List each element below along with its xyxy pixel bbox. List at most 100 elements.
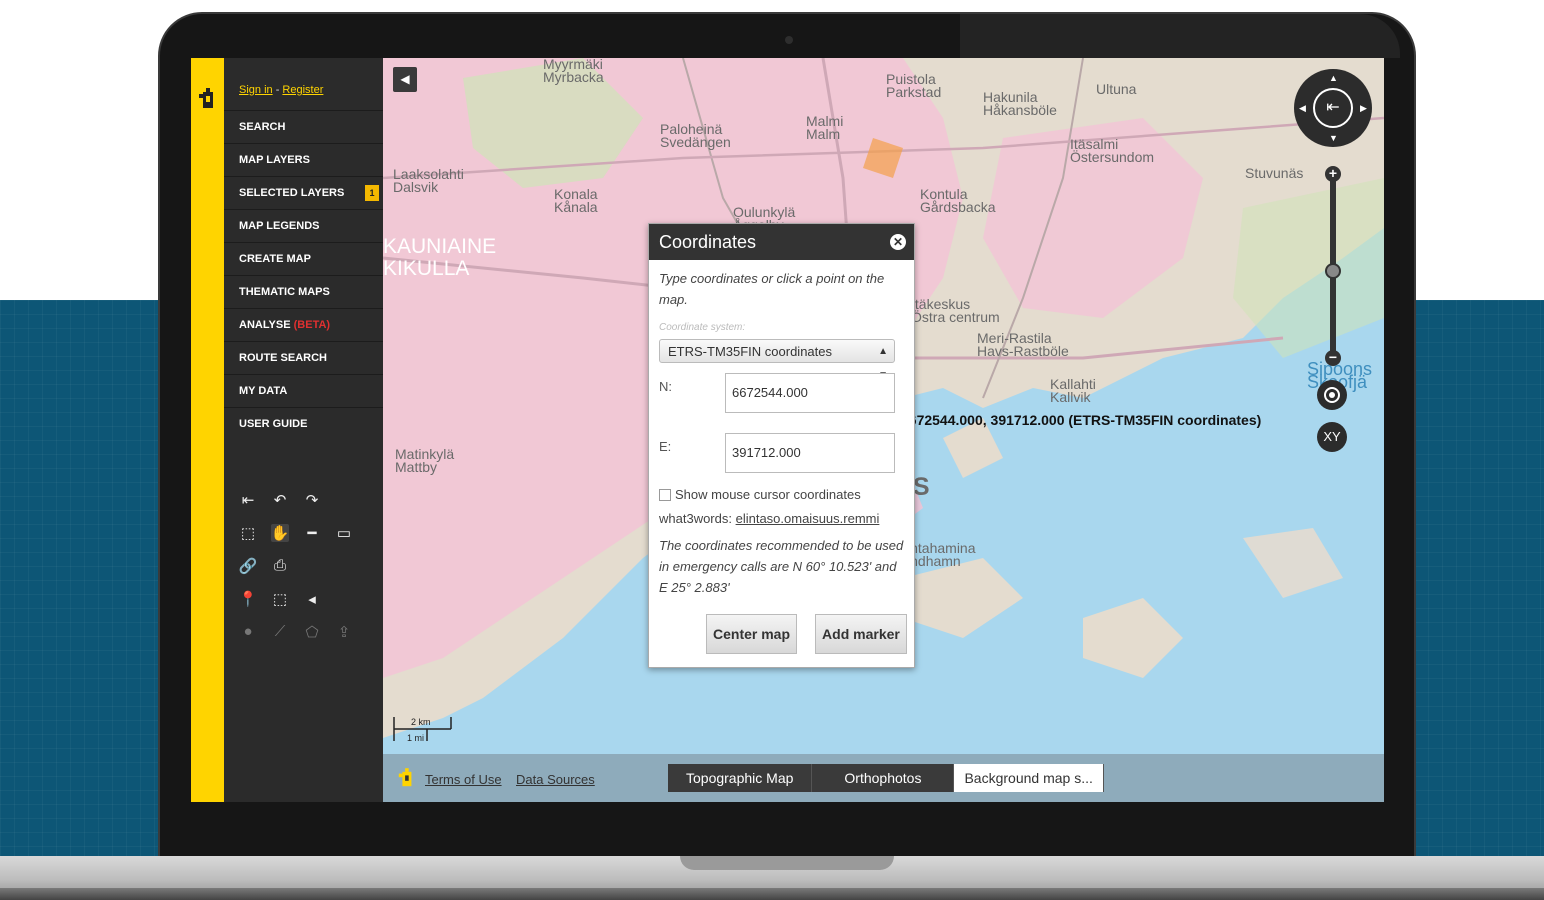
map-tools: ⇤ ↶ ↷ ⬚ ✋ ━ ▭ 🔗 ⎙ 📍 ⬚ ◂ ● ⟋ ⬠ ⇪ xyxy=(239,483,353,648)
panel-header: Coordinates ✕ xyxy=(649,224,914,260)
scale-mi-label: 1 mi xyxy=(407,733,425,743)
panel-title: Coordinates xyxy=(659,232,757,252)
east-row: E: 391712.000 xyxy=(659,433,904,483)
nav-label: MAP LAYERS xyxy=(239,154,310,166)
beta-tag: (BETA) xyxy=(293,319,331,331)
tab-background-map[interactable]: Background map s... xyxy=(954,764,1104,792)
sign-in-link[interactable]: Sign in xyxy=(239,84,273,96)
sidebar: Sign in - Register SEARCH MAP LAYERS SEL… xyxy=(224,58,383,802)
zoom-in-button[interactable]: + xyxy=(1325,166,1341,182)
auth-links: Sign in - Register xyxy=(239,84,323,96)
nav-label: MAP LEGENDS xyxy=(239,220,320,232)
show-cursor-row: Show mouse cursor coordinates xyxy=(659,487,904,502)
what3words-link[interactable]: elintaso.omaisuus.remmi xyxy=(736,511,880,526)
selected-layers-count-badge: 1 xyxy=(365,185,379,201)
east-input[interactable]: 391712.000 xyxy=(725,433,895,473)
nav-label: THEMATIC MAPS xyxy=(239,286,330,298)
east-label: E: xyxy=(659,439,672,454)
nav-item-my-data[interactable]: MY DATA xyxy=(224,374,383,407)
selected-coordinate-system: ETRS-TM35FIN coordinates xyxy=(668,344,832,359)
lid-reflection xyxy=(960,14,1400,58)
nav-item-create-map[interactable]: CREATE MAP xyxy=(224,242,383,275)
laptop-notch xyxy=(680,856,894,870)
emergency-coordinates-text: The coordinates recommended to be used i… xyxy=(659,538,904,595)
nav-item-selected-layers[interactable]: SELECTED LAYERS 1 xyxy=(224,176,383,209)
chevron-right-icon[interactable]: ▶ xyxy=(1360,103,1367,114)
show-cursor-checkbox[interactable] xyxy=(659,488,671,501)
coordinates-button[interactable]: XY xyxy=(1317,422,1347,452)
north-input[interactable]: 6672544.000 xyxy=(725,373,895,413)
brand-strip xyxy=(191,58,224,802)
zoom-slider-handle[interactable] xyxy=(1325,263,1341,279)
add-point-icon[interactable]: ● xyxy=(239,623,257,641)
register-link[interactable]: Register xyxy=(282,84,323,96)
coordinates-tool-icon[interactable]: 📍 xyxy=(239,590,258,608)
reset-view-icon[interactable]: ⇤ xyxy=(1313,88,1353,128)
chevron-left-icon[interactable]: ◀ xyxy=(1299,103,1306,114)
collapse-sidebar-button[interactable]: ◀ xyxy=(393,67,417,92)
marker-coordinates-label: 6672544.000, 391712.000 (ETRS-TM35FIN co… xyxy=(901,412,1262,428)
nav-item-route-search[interactable]: ROUTE SEARCH xyxy=(224,341,383,374)
pan-hand-icon[interactable]: ✋ xyxy=(271,523,289,542)
panel-actions: Center map Add marker xyxy=(706,614,907,654)
what3words-row: what3words: elintaso.omaisuus.remmi xyxy=(659,511,904,526)
close-icon[interactable]: ✕ xyxy=(890,234,906,250)
measure-line-icon[interactable]: ━ xyxy=(303,524,321,542)
nav-item-map-legends[interactable]: MAP LEGENDS xyxy=(224,209,383,242)
nav-label: ANALYSE xyxy=(239,319,291,331)
scale-km-label: 2 km xyxy=(411,717,431,727)
coordinate-system-select[interactable]: ETRS-TM35FIN coordinates ▲▼ xyxy=(659,339,895,381)
show-cursor-label: Show mouse cursor coordinates xyxy=(675,487,861,502)
what3words-prefix: what3words: xyxy=(659,511,736,526)
nls-logo-icon xyxy=(199,88,213,108)
nav-item-search[interactable]: SEARCH xyxy=(224,110,383,143)
pan-compass[interactable]: ⇤ ▲ ▼ ◀ ▶ xyxy=(1294,69,1372,147)
nav-label: ROUTE SEARCH xyxy=(239,352,328,364)
nav-label: MY DATA xyxy=(239,385,288,397)
map-view[interactable]: Myyrmäki Myrbacka Paloheinä Svedängen Ma… xyxy=(383,58,1384,802)
coordinate-system-label: Coordinate system: xyxy=(659,322,746,333)
terms-of-use-link[interactable]: Terms of Use xyxy=(425,772,502,787)
nav-label: SELECTED LAYERS xyxy=(239,187,345,199)
main-nav: SEARCH MAP LAYERS SELECTED LAYERS 1 MAP L… xyxy=(224,110,383,440)
data-sources-link[interactable]: Data Sources xyxy=(516,772,595,787)
nav-item-map-layers[interactable]: MAP LAYERS xyxy=(224,143,383,176)
camera-icon xyxy=(785,36,793,44)
chevron-up-icon[interactable]: ▲ xyxy=(1329,73,1338,83)
zoom-box-icon[interactable]: ⬚ xyxy=(239,524,257,542)
center-map-button[interactable]: Center map xyxy=(706,614,798,654)
reset-view-icon[interactable]: ⇤ xyxy=(239,491,257,509)
crosshair-icon xyxy=(1324,387,1340,403)
nav-item-analyse[interactable]: ANALYSE (BETA) xyxy=(224,308,383,341)
nav-item-user-guide[interactable]: USER GUIDE xyxy=(224,407,383,440)
chevron-down-icon[interactable]: ▼ xyxy=(1329,133,1338,143)
tab-topographic-map[interactable]: Topographic Map xyxy=(668,764,813,792)
import-icon[interactable]: ⇪ xyxy=(335,623,353,641)
previous-view-icon[interactable]: ↶ xyxy=(271,491,289,509)
feedback-icon[interactable]: ◂ xyxy=(303,590,321,608)
print-icon[interactable]: ⎙ xyxy=(271,557,289,575)
app-screen: Sign in - Register SEARCH MAP LAYERS SEL… xyxy=(191,58,1384,802)
add-area-icon[interactable]: ⬠ xyxy=(303,623,321,641)
laptop-base-edge xyxy=(0,888,1544,900)
north-label: N: xyxy=(659,379,672,394)
nav-label: CREATE MAP xyxy=(239,253,311,265)
tab-orthophotos[interactable]: Orthophotos xyxy=(812,764,955,792)
next-view-icon[interactable]: ↷ xyxy=(303,491,321,509)
link-icon[interactable]: 🔗 xyxy=(239,557,258,575)
add-line-icon[interactable]: ⟋ xyxy=(271,623,289,641)
panel-hint: Type coordinates or click a point on the… xyxy=(659,271,885,307)
north-row: N: 6672544.000 xyxy=(659,373,904,423)
background-map-tabs: Topographic Map Orthophotos Background m… xyxy=(668,764,1104,792)
zoom-out-button[interactable]: − xyxy=(1325,350,1341,366)
nls-logo-icon xyxy=(398,768,412,787)
panel-body: Type coordinates or click a point on the… xyxy=(649,260,914,608)
add-marker-button[interactable]: Add marker xyxy=(815,614,907,654)
map-footer: Terms of Use Data Sources Topographic Ma… xyxy=(383,754,1384,802)
nav-label: SEARCH xyxy=(239,121,286,133)
select-area-icon[interactable]: ⬚ xyxy=(271,590,289,608)
measure-area-icon[interactable]: ▭ xyxy=(335,524,353,542)
auth-separator: - xyxy=(272,84,283,96)
my-location-button[interactable] xyxy=(1317,380,1347,410)
nav-item-thematic-maps[interactable]: THEMATIC MAPS xyxy=(224,275,383,308)
